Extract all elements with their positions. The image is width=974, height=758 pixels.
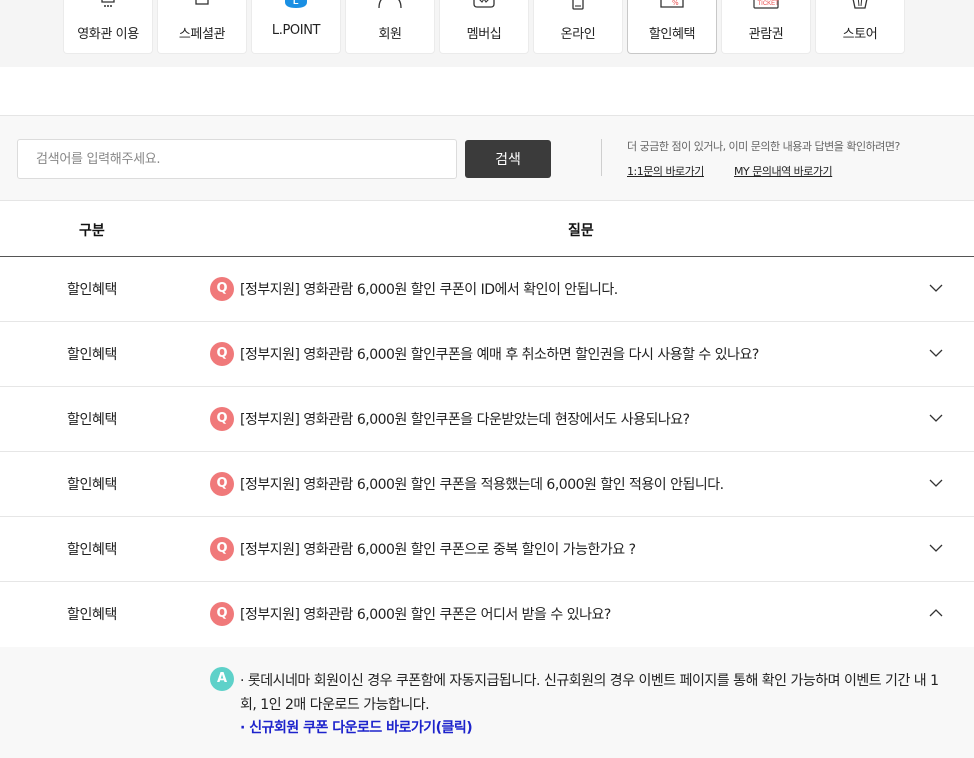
faq-category: 할인혜택 [67,477,117,493]
tab-label: 스페셜관 [178,27,226,42]
tab-label: 할인혜택 [648,27,696,42]
help-text: 더 궁금한 점이 있거나, 이미 문의한 내용과 답변을 확인하려면? [627,140,900,153]
ticket-icon: TICKET [753,0,780,9]
chevron-down-icon[interactable] [929,413,943,423]
special-hall-icon [195,0,209,5]
tab-special-hall[interactable]: 스페셜관 [157,0,247,54]
faq-search-panel: 검색 더 궁금한 점이 있거나, 이미 문의한 내용과 답변을 확인하려면? 1… [0,115,974,201]
faq-category: 할인혜택 [67,542,117,558]
question-badge: Q [210,277,234,301]
svg-text:L: L [293,0,299,6]
faq-category-tabs: 영화관 이용 스페셜관 L L.POINT 회원 멤버십 온라인 % 할인혜택 … [0,0,974,67]
faq-question: [정부지원] 영화관람 6,000원 할인 쿠폰으로 중복 할인이 가능한가요 … [240,542,636,558]
svg-text:%: % [672,0,679,7]
cinema-icon [101,0,115,7]
faq-row[interactable]: 할인혜택 Q [정부지원] 영화관람 6,000원 할인 쿠폰이 ID에서 확인… [0,257,974,322]
inquiry-link[interactable]: 1:1문의 바로가기 [627,163,704,179]
question-badge: Q [210,342,234,366]
tab-ticket[interactable]: TICKET 관람권 [721,0,811,54]
discount-coupon-icon: % [660,0,684,8]
chevron-down-icon[interactable] [929,478,943,488]
chevron-up-icon[interactable] [929,608,943,618]
tab-lpoint[interactable]: L L.POINT [251,0,341,54]
faq-question: [정부지원] 영화관람 6,000원 할인쿠폰을 예매 후 취소하면 할인권을 … [240,347,759,363]
answer-badge: A [210,667,234,691]
mobile-icon [572,0,584,10]
question-badge: Q [210,602,234,626]
tab-label: 영화관 이용 [77,27,139,42]
chevron-down-icon[interactable] [929,348,943,358]
membership-icon [473,0,495,8]
tab-cinema[interactable]: 영화관 이용 [63,0,153,54]
faq-question: [정부지원] 영화관람 6,000원 할인 쿠폰을 적용했는데 6,000원 할… [240,477,724,493]
popcorn-icon [852,0,868,9]
faq-row[interactable]: 할인혜택 Q [정부지원] 영화관람 6,000원 할인쿠폰을 예매 후 취소하… [0,322,974,387]
faq-row[interactable]: 할인혜택 Q [정부지원] 영화관람 6,000원 할인 쿠폰으로 중복 할인이… [0,517,974,582]
question-badge: Q [210,537,234,561]
divider [601,139,602,176]
faq-question: [정부지원] 영화관람 6,000원 할인쿠폰을 다운받았는데 현장에서도 사용… [240,412,690,428]
search-input[interactable] [17,139,457,179]
faq-table-header: 구분 질문 [0,201,974,257]
faq-row-expanded[interactable]: 할인혜택 Q [정부지원] 영화관람 6,000원 할인 쿠폰은 어디서 받을 … [0,582,974,647]
chevron-down-icon[interactable] [929,283,943,293]
tab-online[interactable]: 온라인 [533,0,623,54]
tab-label: 관람권 [748,27,784,42]
lpoint-icon: L [285,0,307,8]
tab-store[interactable]: 스토어 [815,0,905,54]
tab-label: 온라인 [560,27,596,42]
tab-member[interactable]: 회원 [345,0,435,54]
tab-label: 스토어 [842,27,878,42]
answer-text: · 롯데시네마 회원이신 경우 쿠폰함에 자동지급됩니다. 신규회원의 경우 이… [240,673,939,713]
question-badge: Q [210,407,234,431]
faq-category: 할인혜택 [67,347,117,363]
faq-category: 할인혜택 [67,607,117,623]
column-header-question: 질문 [568,223,594,239]
member-icon [378,0,402,9]
faq-category: 할인혜택 [67,282,117,298]
question-badge: Q [210,472,234,496]
new-member-coupon-link[interactable]: · 신규회원 쿠폰 다운로드 바로가기(클릭) [240,717,473,737]
faq-row[interactable]: 할인혜택 Q [정부지원] 영화관람 6,000원 할인쿠폰을 다운받았는데 현… [0,387,974,452]
ticket-icon-text: TICKET [758,1,780,7]
tab-label: 회원 [378,27,402,42]
faq-question: [정부지원] 영화관람 6,000원 할인 쿠폰은 어디서 받을 수 있나요? [240,607,611,623]
faq-question: [정부지원] 영화관람 6,000원 할인 쿠폰이 ID에서 확인이 안됩니다. [240,282,618,298]
faq-row[interactable]: 할인혜택 Q [정부지원] 영화관람 6,000원 할인 쿠폰을 적용했는데 6… [0,452,974,517]
tab-membership[interactable]: 멤버십 [439,0,529,54]
faq-answer-panel: A · 롯데시네마 회원이신 경우 쿠폰함에 자동지급됩니다. 신규회원의 경우… [0,647,974,758]
tab-discount[interactable]: % 할인혜택 [627,0,717,54]
my-inquiries-link[interactable]: MY 문의내역 바로가기 [734,163,833,179]
tab-label: L.POINT [271,23,321,38]
column-header-category: 구분 [79,223,105,239]
chevron-down-icon[interactable] [929,543,943,553]
faq-category: 할인혜택 [67,412,117,428]
tab-label: 멤버십 [466,27,502,42]
search-button[interactable]: 검색 [465,140,551,178]
